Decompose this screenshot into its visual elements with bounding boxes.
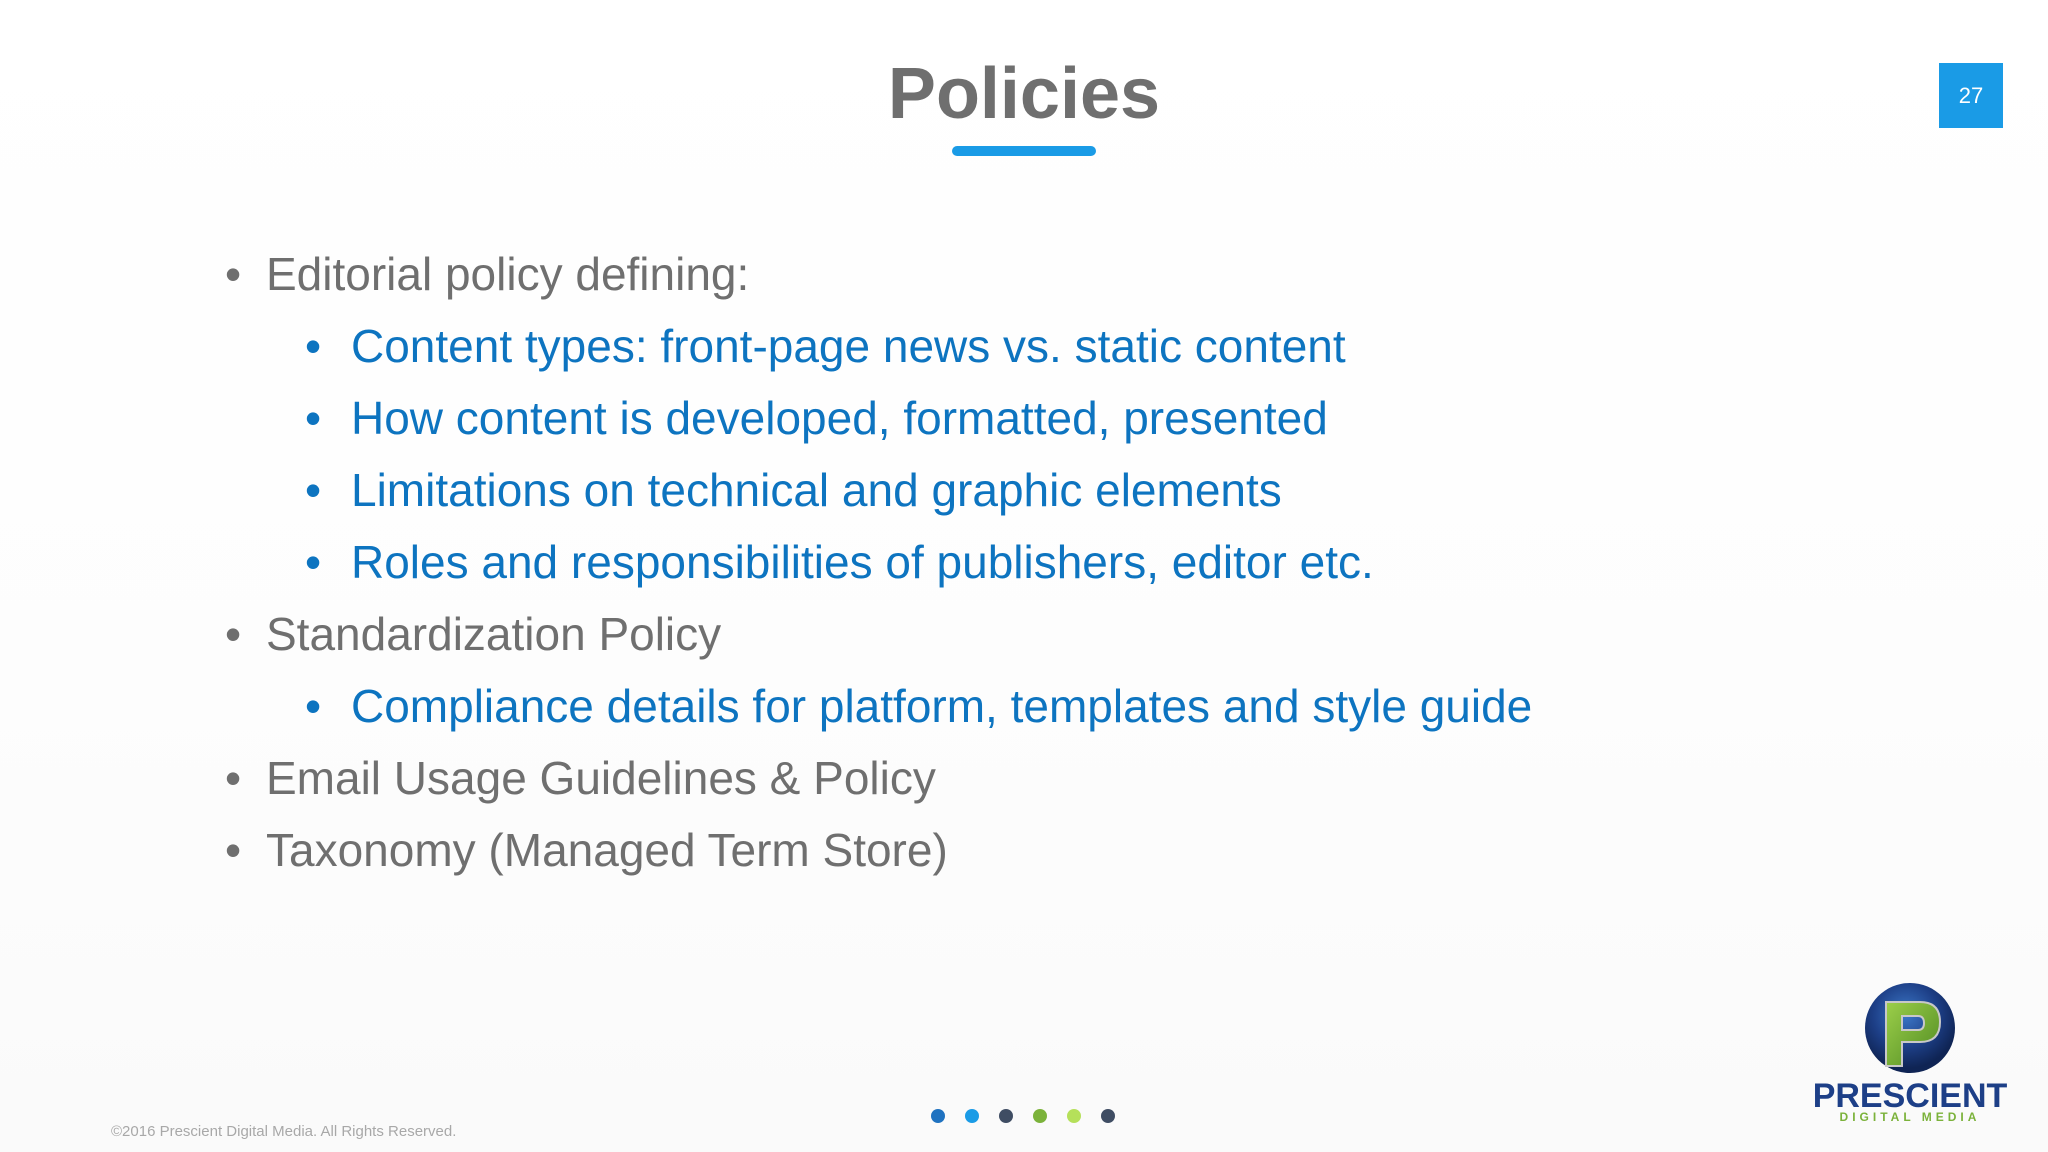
bullet-icon: •: [305, 536, 322, 588]
bullet-icon: •: [305, 464, 322, 516]
bullet-item-4: • Roles and responsibilities of publisher…: [0, 526, 2048, 598]
nav-dot: [1033, 1109, 1047, 1123]
bullet-item-7: • Email Usage Guidelines & Policy: [0, 742, 2048, 814]
slide: Policies 27 • Editorial policy defining: …: [0, 0, 2048, 1152]
title-underline: [952, 146, 1096, 156]
bullet-text: Email Usage Guidelines & Policy: [266, 752, 936, 804]
bullet-item-8: • Taxonomy (Managed Term Store): [0, 814, 2048, 886]
bullet-list: • Editorial policy defining: • Content typ…: [0, 238, 2048, 886]
nav-dot: [965, 1109, 979, 1123]
slide-title: Policies: [887, 54, 1161, 134]
bullet-item-0: • Editorial policy defining:: [0, 238, 2048, 310]
bullet-item-5: • Standardization Policy: [0, 598, 2048, 670]
nav-dot: [1067, 1109, 1081, 1123]
bullet-text: Content types: front-page news vs. stati…: [351, 320, 1346, 372]
bullet-icon: •: [225, 608, 242, 660]
bullet-item-6: • Compliance details for platform, templa…: [0, 670, 2048, 742]
bullet-icon: •: [305, 320, 322, 372]
bullet-text: Taxonomy (Managed Term Store): [266, 824, 948, 876]
bullet-item-3: • Limitations on technical and graphic el…: [0, 454, 2048, 526]
bullet-item-1: • Content types: front-page news vs. stat…: [0, 310, 2048, 382]
bullet-text: Roles and responsibilities of publishers…: [351, 536, 1374, 588]
copyright-footer: ©2016 Prescient Digital Media. All Right…: [111, 1123, 457, 1140]
bullet-icon: •: [225, 752, 242, 804]
nav-dot: [1101, 1109, 1115, 1123]
nav-dot: [931, 1109, 945, 1123]
bullet-text: Compliance details for platform, templat…: [351, 680, 1533, 732]
bullet-icon: •: [225, 824, 242, 876]
bullet-text: Limitations on technical and graphic ele…: [351, 464, 1282, 516]
bullet-item-2: • How content is developed, formatted, pr…: [0, 382, 2048, 454]
bullet-icon: •: [225, 248, 242, 300]
bullet-text: How content is developed, formatted, pre…: [351, 392, 1328, 444]
bullet-text: Standardization Policy: [266, 608, 722, 660]
bullet-icon: •: [305, 392, 322, 444]
navigation-dots: [931, 1109, 1115, 1123]
bullet-icon: •: [305, 680, 322, 732]
bullet-text: Editorial policy defining:: [266, 248, 750, 300]
nav-dot: [999, 1109, 1013, 1123]
page-number-badge: 27: [1939, 63, 2003, 128]
logo-tagline: DIGITAL MEDIA: [1839, 1110, 1981, 1124]
